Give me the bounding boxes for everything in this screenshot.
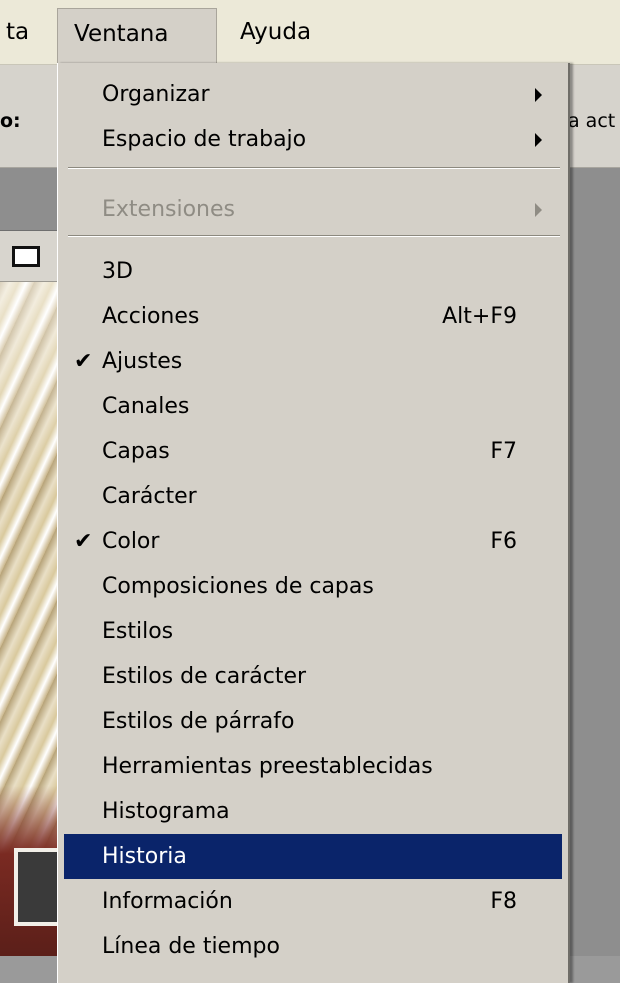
menu-item-información[interactable]: Información F8 xyxy=(64,879,562,924)
menu-item-shortcut: F6 xyxy=(490,529,517,554)
submenu-arrow-icon xyxy=(535,133,542,147)
photo-detail xyxy=(14,848,62,926)
menu-item-label: Composiciones de capas xyxy=(102,574,374,599)
menu-item-composiciones-de-capas[interactable]: Composiciones de capas xyxy=(64,564,562,609)
ventana-dropdown-menu: Organizar Espacio de trabajo Extensiones… xyxy=(57,63,570,983)
menu-item-estilos-de-párrafo[interactable]: Estilos de párrafo xyxy=(64,699,562,744)
menu-item-label: Color xyxy=(102,529,160,554)
menu-item-estilos-de-carácter[interactable]: Estilos de carácter xyxy=(64,654,562,699)
menu-item-línea-de-tiempo[interactable]: Línea de tiempo xyxy=(64,924,562,969)
submenu-arrow-icon xyxy=(535,203,542,217)
menu-item-label: Organizar xyxy=(102,82,210,107)
menu-item-shortcut: F8 xyxy=(490,889,517,914)
menu-item-label: Estilos de carácter xyxy=(102,664,307,689)
menu-item-label: Canales xyxy=(102,394,190,419)
menu-item-canales[interactable]: Canales xyxy=(64,384,562,429)
menu-item-organizar[interactable]: Organizar xyxy=(64,72,562,117)
menu-item-herramientas-preestablecidas[interactable]: Herramientas preestablecidas xyxy=(64,744,562,789)
menu-item-label: Línea de tiempo xyxy=(102,934,280,959)
menu-item-estilos[interactable]: Estilos xyxy=(64,609,562,654)
menubar-item-partial[interactable]: ta xyxy=(0,6,41,58)
menu-item-capas[interactable]: Capas F7 xyxy=(64,429,562,474)
menu-item-historia[interactable]: Historia xyxy=(64,834,562,879)
menu-item-label: Acciones xyxy=(102,304,200,329)
menu-item-label: Extensiones xyxy=(102,197,235,222)
menu-item-label: 3D xyxy=(102,259,133,284)
menu-item-label: Estilos de párrafo xyxy=(102,709,295,734)
menu-item-label: Estilos xyxy=(102,619,174,644)
menu-item-label: Carácter xyxy=(102,484,197,509)
menu-item-label: Espacio de trabajo xyxy=(102,127,307,152)
checkmark-icon: ✔ xyxy=(74,529,93,554)
menu-item-acciones[interactable]: Acciones Alt+F9 xyxy=(64,294,562,339)
menu-item-shortcut: F7 xyxy=(490,439,517,464)
menubar-item-ventana[interactable]: Ventana xyxy=(57,8,217,64)
menu-item-label: Histograma xyxy=(102,799,230,824)
menu-separator xyxy=(68,167,560,169)
menu-item-label: Capas xyxy=(102,439,170,464)
menu-item-shortcut: Alt+F9 xyxy=(442,304,517,329)
checkmark-icon: ✔ xyxy=(74,349,93,374)
menu-item-espacio-de-trabajo[interactable]: Espacio de trabajo xyxy=(64,117,562,162)
menu-bar: ta Ventana Ayuda xyxy=(0,0,620,65)
screen-mode-icon[interactable] xyxy=(12,246,40,267)
menubar-item-ayuda[interactable]: Ayuda xyxy=(228,6,323,58)
menu-item-3d[interactable]: 3D xyxy=(64,249,562,294)
menu-separator xyxy=(68,235,560,237)
options-bar-button-partial[interactable]: a act xyxy=(568,110,615,132)
options-bar-label: o: xyxy=(0,110,21,132)
menu-item-histograma[interactable]: Histograma xyxy=(64,789,562,834)
menu-item-carácter[interactable]: Carácter xyxy=(64,474,562,519)
menu-item-label: Ajustes xyxy=(102,349,183,374)
workspace-background xyxy=(568,168,620,956)
menu-item-color[interactable]: ✔ Color F6 xyxy=(64,519,562,564)
submenu-arrow-icon xyxy=(535,88,542,102)
menu-item-label: Historia xyxy=(102,844,187,869)
menu-item-label: Herramientas preestablecidas xyxy=(102,754,433,779)
menu-item-label: Información xyxy=(102,889,233,914)
menu-item-ajustes[interactable]: ✔ Ajustes xyxy=(64,339,562,384)
menu-item-extensiones: Extensiones xyxy=(64,187,562,232)
